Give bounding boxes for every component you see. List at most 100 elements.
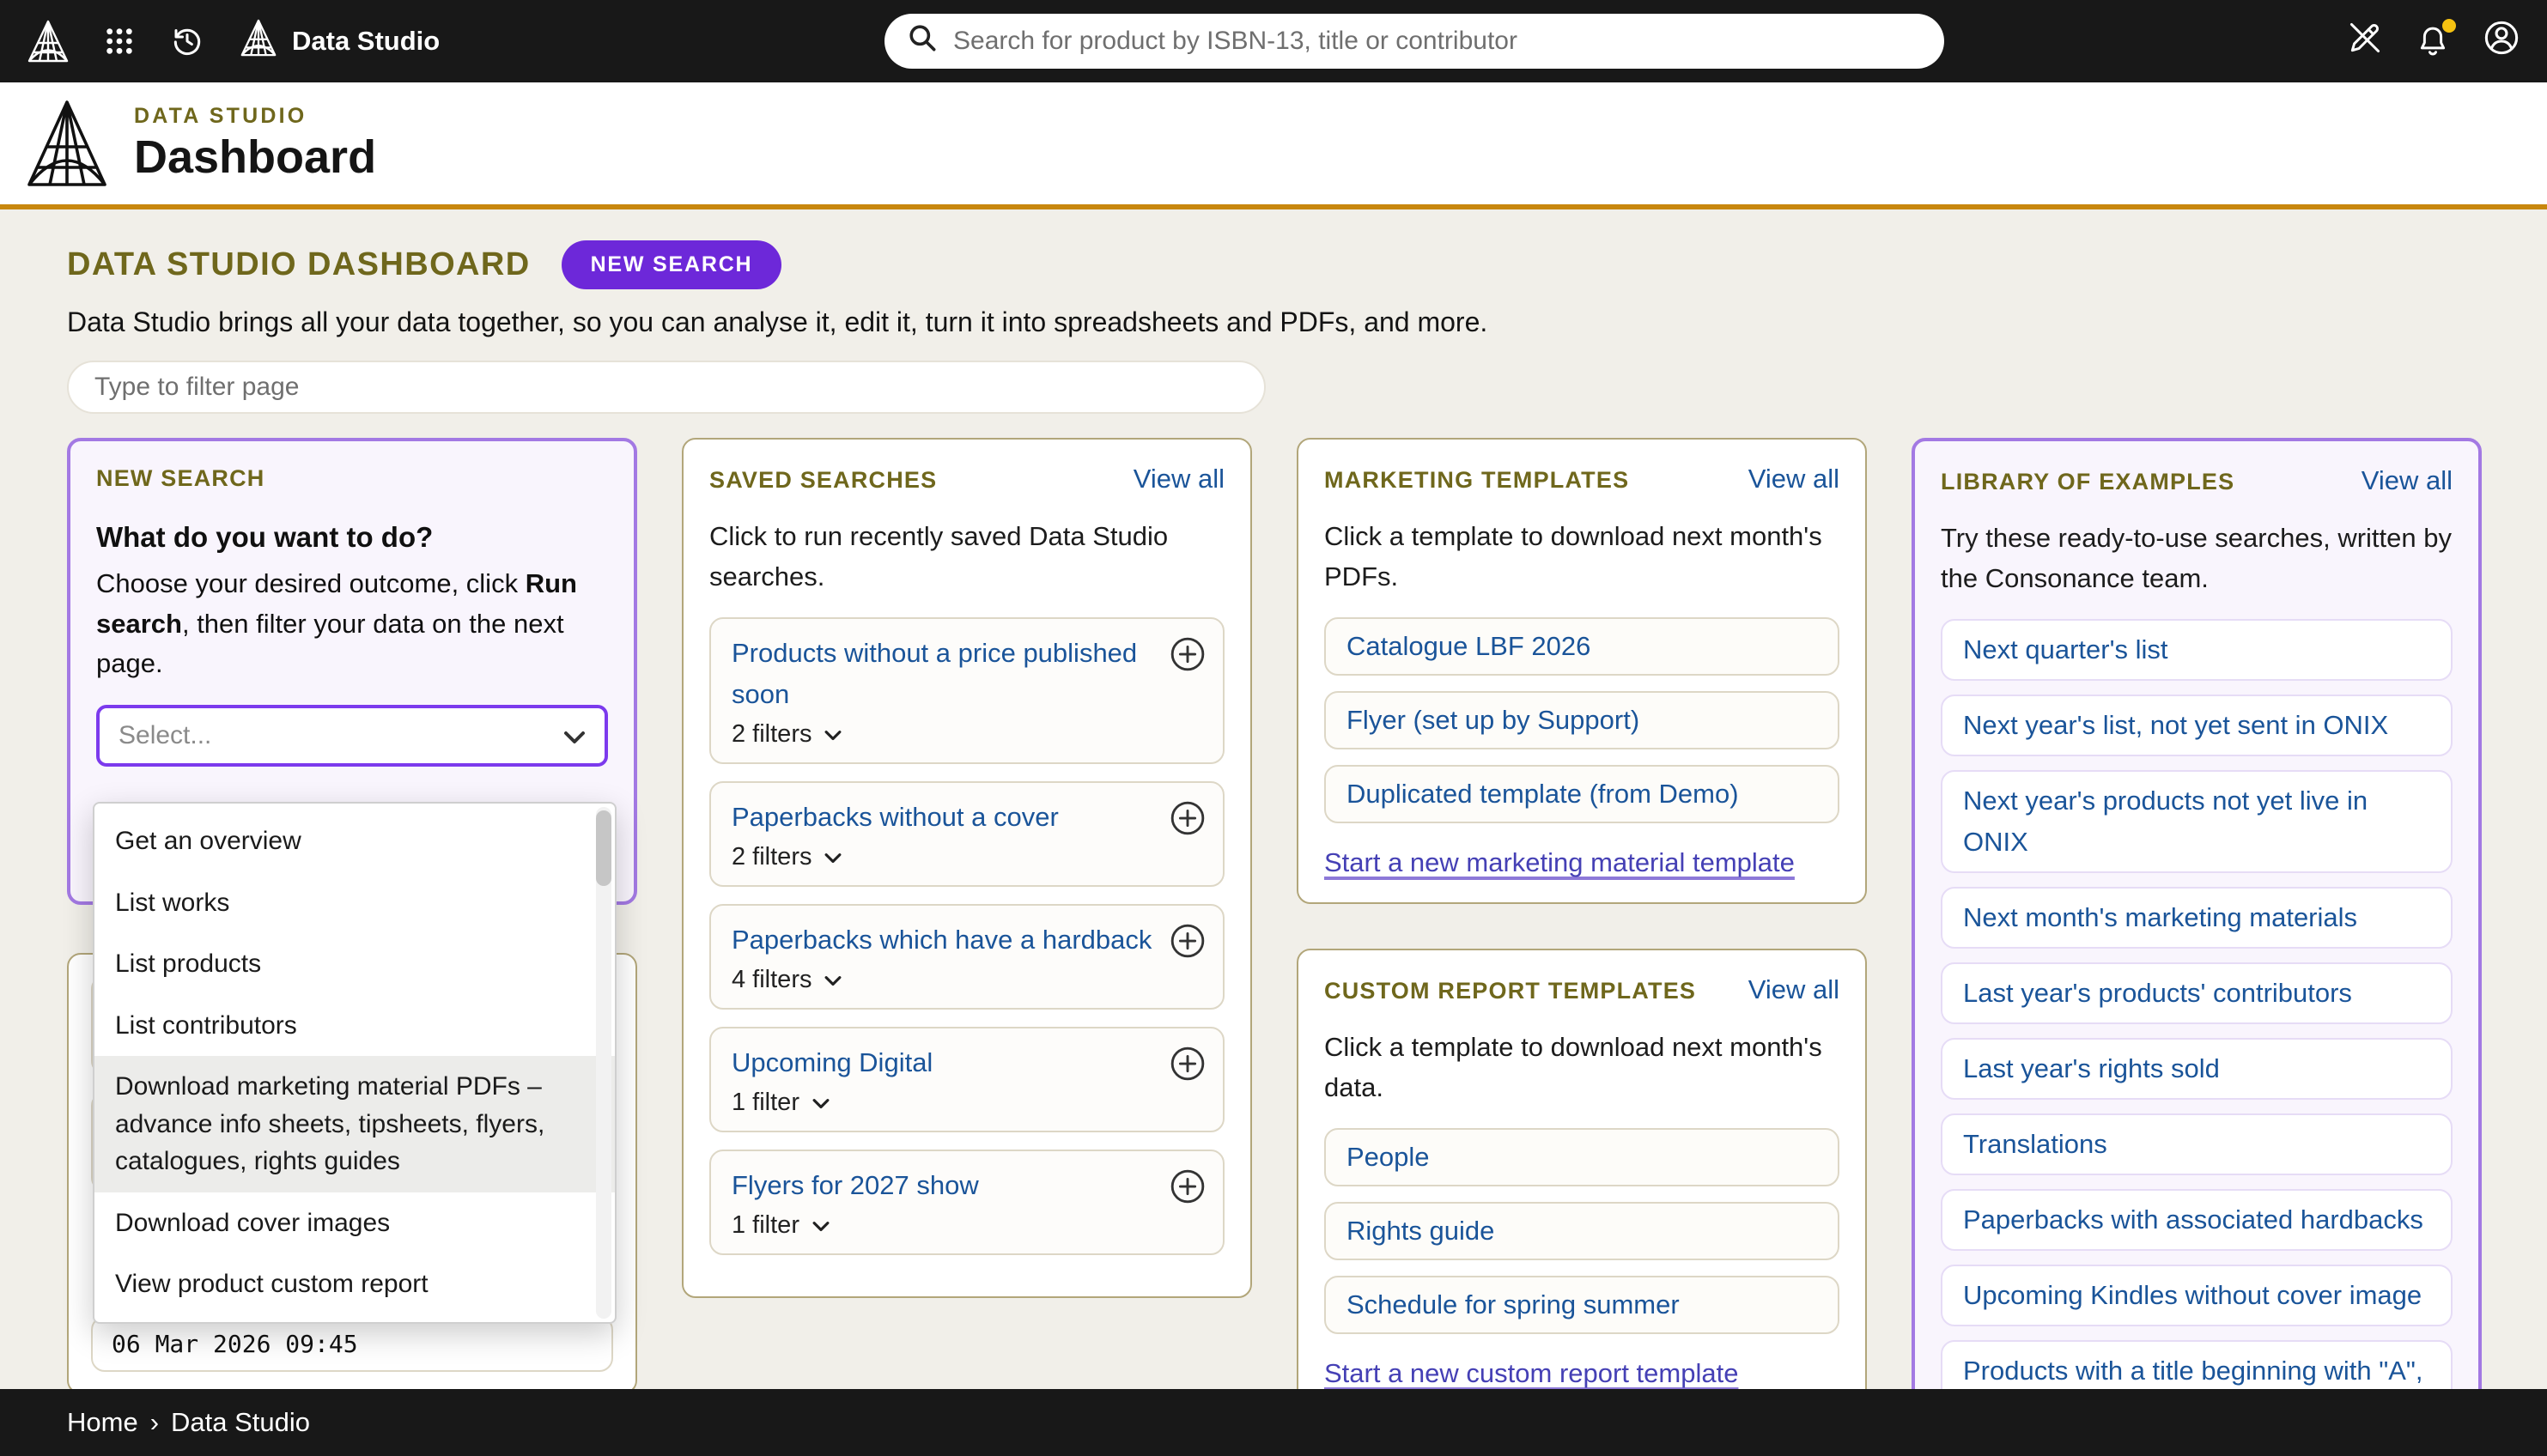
add-circle-icon[interactable] bbox=[1168, 1167, 1207, 1206]
outcome-dropdown: Get an overview List works List products… bbox=[93, 802, 617, 1324]
breadcrumb-current: Data Studio bbox=[171, 1407, 310, 1438]
marketing-templates-card: MARKETING TEMPLATES View all Click a tem… bbox=[1297, 438, 1867, 904]
custom-report-templates-card: CUSTOM REPORT TEMPLATES View all Click a… bbox=[1297, 949, 1867, 1415]
saved-search-link[interactable]: Paperbacks without a cover bbox=[732, 797, 1154, 838]
data-studio-home-link[interactable]: Data Studio bbox=[240, 18, 440, 64]
library-of-examples-card: LIBRARY OF EXAMPLES View all Try these r… bbox=[1912, 438, 2482, 1456]
saved-search-item: Paperbacks which have a hardback 4 filte… bbox=[709, 904, 1225, 1010]
account-icon[interactable] bbox=[2482, 18, 2521, 64]
custom-report-template-link[interactable]: People bbox=[1324, 1128, 1839, 1186]
saved-search-filters-toggle[interactable]: 2 filters bbox=[732, 843, 1154, 871]
chevron-down-icon bbox=[824, 720, 842, 749]
marketing-templates-title: MARKETING TEMPLATES bbox=[1324, 467, 1629, 494]
saved-searches-title: SAVED SEARCHES bbox=[709, 467, 937, 494]
main-content: DATA STUDIO DASHBOARD NEW SEARCH Data St… bbox=[0, 209, 2547, 1456]
saved-search-item: Paperbacks without a cover 2 filters bbox=[709, 781, 1225, 887]
chevron-down-icon bbox=[812, 1211, 830, 1240]
start-custom-report-template-link[interactable]: Start a new custom report template bbox=[1324, 1358, 1738, 1389]
saved-search-filters-toggle[interactable]: 1 filter bbox=[732, 1089, 1154, 1117]
saved-searches-card: SAVED SEARCHES View all Click to run rec… bbox=[682, 438, 1252, 1298]
library-view-all[interactable]: View all bbox=[2362, 465, 2453, 496]
top-app-bar: Data Studio bbox=[0, 0, 2547, 82]
notification-badge bbox=[2442, 19, 2456, 33]
custom-report-templates-title: CUSTOM REPORT TEMPLATES bbox=[1324, 978, 1696, 1004]
column-saved-searches: SAVED SEARCHES View all Click to run rec… bbox=[682, 438, 1252, 1298]
saved-search-link[interactable]: Upcoming Digital bbox=[732, 1042, 1154, 1083]
chevron-down-icon bbox=[824, 843, 842, 871]
app-name: Data Studio bbox=[292, 26, 440, 57]
saved-search-filters-toggle[interactable]: 2 filters bbox=[732, 720, 1154, 749]
library-example-link[interactable]: Translations bbox=[1941, 1113, 2453, 1175]
pencil-slash-icon[interactable] bbox=[2346, 19, 2384, 64]
saved-searches-description: Click to run recently saved Data Studio … bbox=[709, 517, 1225, 597]
breadcrumb-home-link[interactable]: Home bbox=[67, 1407, 138, 1438]
new-search-button[interactable]: NEW SEARCH bbox=[562, 240, 782, 289]
dropdown-option[interactable]: Get an overview bbox=[94, 810, 615, 872]
add-circle-icon[interactable] bbox=[1168, 634, 1207, 674]
breadcrumb: Home › Data Studio bbox=[0, 1389, 2547, 1456]
library-example-link[interactable]: Next year's list, not yet sent in ONIX bbox=[1941, 695, 2453, 756]
page: Data Studio bbox=[0, 0, 2547, 1456]
notifications-button[interactable] bbox=[2415, 22, 2451, 60]
saved-search-link[interactable]: Products without a price published soon bbox=[732, 633, 1154, 715]
marketing-templates-view-all[interactable]: View all bbox=[1748, 464, 1839, 494]
library-example-link[interactable]: Upcoming Kindles without cover image bbox=[1941, 1265, 2453, 1326]
library-example-link[interactable]: Next month's marketing materials bbox=[1941, 887, 2453, 949]
saved-search-item: Products without a price published soon … bbox=[709, 617, 1225, 764]
start-marketing-template-link[interactable]: Start a new marketing material template bbox=[1324, 847, 1795, 878]
library-example-link[interactable]: Next quarter's list bbox=[1941, 619, 2453, 681]
dashboard-intro: Data Studio brings all your data togethe… bbox=[67, 306, 2480, 338]
dropdown-option[interactable]: List works bbox=[94, 872, 615, 934]
marketing-template-link[interactable]: Catalogue LBF 2026 bbox=[1324, 617, 1839, 676]
consonance-logo-icon bbox=[240, 18, 277, 64]
saved-search-link[interactable]: Paperbacks which have a hardback bbox=[732, 919, 1154, 961]
marketing-template-link[interactable]: Duplicated template (from Demo) bbox=[1324, 765, 1839, 823]
dashboard-heading: DATA STUDIO DASHBOARD bbox=[67, 246, 531, 283]
chevron-down-icon bbox=[824, 966, 842, 994]
history-icon[interactable] bbox=[170, 24, 204, 58]
chevron-down-icon bbox=[563, 719, 586, 751]
column-new-search: NEW SEARCH What do you want to do? Choos… bbox=[67, 438, 637, 1394]
global-search-input[interactable] bbox=[953, 27, 1922, 56]
add-circle-icon[interactable] bbox=[1168, 921, 1207, 961]
library-description: Try these ready-to-use searches, written… bbox=[1941, 519, 2453, 598]
saved-search-item: Upcoming Digital 1 filter bbox=[709, 1027, 1225, 1132]
global-search bbox=[884, 14, 1944, 69]
library-example-link[interactable]: Next year's products not yet live in ONI… bbox=[1941, 770, 2453, 873]
outcome-question: What do you want to do? bbox=[96, 521, 608, 554]
marketing-template-link[interactable]: Flyer (set up by Support) bbox=[1324, 691, 1839, 749]
dropdown-option[interactable]: Download cover images bbox=[94, 1192, 615, 1254]
outcome-select[interactable]: Select... bbox=[96, 705, 608, 767]
library-example-link[interactable]: Last year's products' contributors bbox=[1941, 962, 2453, 1024]
select-placeholder: Select... bbox=[119, 721, 211, 750]
saved-search-filters-toggle[interactable]: 1 filter bbox=[732, 1211, 1154, 1240]
library-example-link[interactable]: Paperbacks with associated hardbacks bbox=[1941, 1189, 2453, 1251]
scrollbar-thumb[interactable] bbox=[596, 810, 611, 886]
library-title: LIBRARY OF EXAMPLES bbox=[1941, 469, 2234, 495]
apps-grid-icon[interactable] bbox=[105, 27, 134, 56]
search-icon bbox=[907, 22, 938, 60]
custom-report-templates-view-all[interactable]: View all bbox=[1748, 974, 1839, 1005]
page-filter-input[interactable] bbox=[67, 361, 1266, 414]
library-example-link[interactable]: Last year's rights sold bbox=[1941, 1038, 2453, 1100]
new-search-card-title: NEW SEARCH bbox=[96, 465, 265, 492]
breadcrumb-separator: › bbox=[150, 1407, 159, 1438]
custom-report-template-link[interactable]: Schedule for spring summer bbox=[1324, 1276, 1839, 1334]
header-kicker: DATA STUDIO bbox=[134, 104, 376, 129]
dropdown-option[interactable]: Download marketing material PDFs – advan… bbox=[94, 1056, 615, 1192]
saved-searches-view-all[interactable]: View all bbox=[1134, 464, 1225, 494]
marketing-templates-description: Click a template to download next month'… bbox=[1324, 517, 1839, 597]
add-circle-icon[interactable] bbox=[1168, 1044, 1207, 1083]
dropdown-scrollbar[interactable] bbox=[596, 807, 611, 1319]
add-circle-icon[interactable] bbox=[1168, 798, 1207, 838]
page-header: DATA STUDIO Dashboard bbox=[0, 82, 2547, 209]
saved-search-filters-toggle[interactable]: 4 filters bbox=[732, 966, 1154, 994]
outcome-instruction: Choose your desired outcome, click Run s… bbox=[96, 564, 608, 684]
dropdown-option[interactable]: List contributors bbox=[94, 995, 615, 1057]
custom-report-template-link[interactable]: Rights guide bbox=[1324, 1202, 1839, 1260]
dropdown-option[interactable]: List products bbox=[94, 933, 615, 995]
dropdown-option[interactable]: View product custom report bbox=[94, 1253, 615, 1315]
consonance-logo-icon[interactable] bbox=[27, 19, 69, 64]
saved-search-link[interactable]: Flyers for 2027 show bbox=[732, 1165, 1154, 1206]
saved-search-item: Flyers for 2027 show 1 filter bbox=[709, 1150, 1225, 1255]
